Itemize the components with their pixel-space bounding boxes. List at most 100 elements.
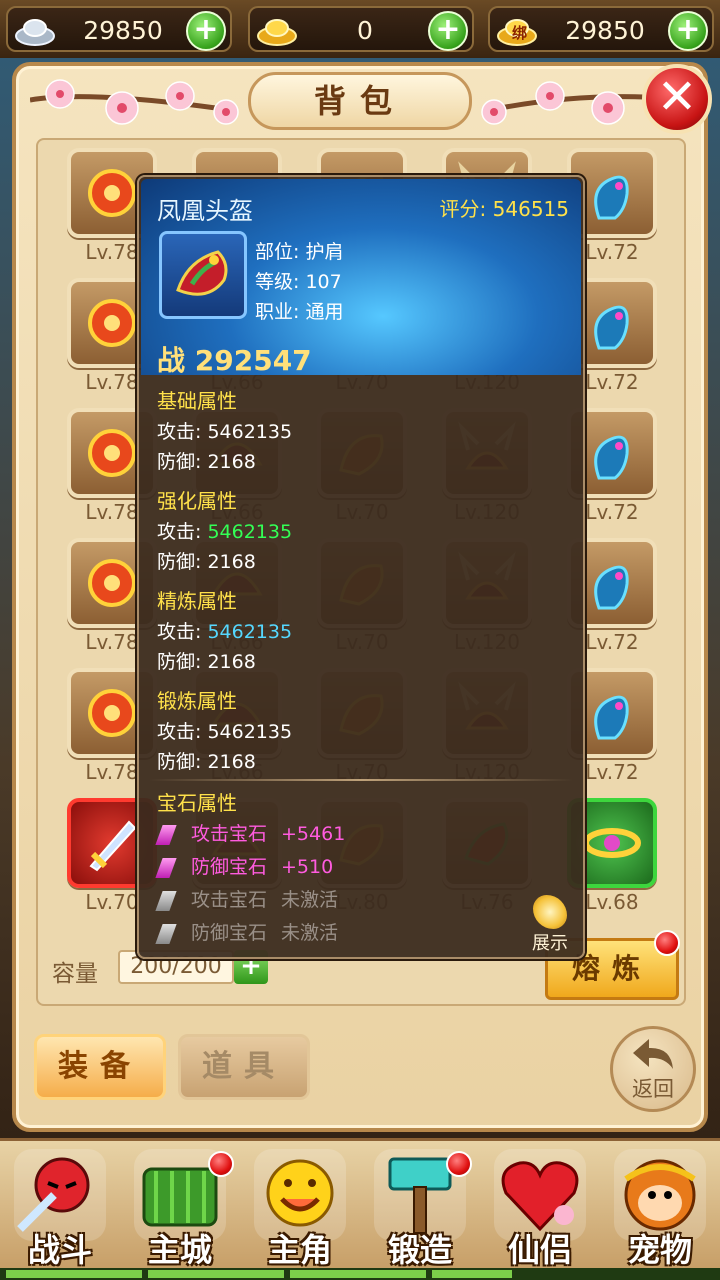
- gem-row: 防御宝石 未激活: [155, 918, 339, 945]
- nav-progress-bar: [0, 1268, 720, 1280]
- enhance-attack-label: 攻击:: [157, 521, 202, 543]
- gem-row: 攻击宝石 +5461: [155, 819, 346, 846]
- purple-gem-icon: [155, 857, 177, 878]
- fire-armor-icon: [88, 559, 136, 607]
- refine-attributes-title: 精炼属性: [157, 589, 237, 613]
- gem-name: 防御宝石: [191, 856, 268, 878]
- nav-forge-label: 锻造: [387, 1231, 452, 1269]
- enhance-attack: 攻击: 5462135: [157, 517, 292, 544]
- add-bound-gold-button[interactable]: +: [668, 11, 708, 51]
- blue-dragon-icon: [594, 695, 629, 740]
- forge-attack: 攻击: 5462135: [157, 717, 292, 744]
- gray-gem-icon: [155, 923, 177, 944]
- show-label: 展示: [532, 933, 568, 954]
- purple-gem-icon: [155, 824, 177, 845]
- back-arrow-icon: [633, 1039, 673, 1069]
- capacity-label: 容量: [52, 961, 98, 987]
- show-star-icon: [533, 895, 567, 929]
- tab-items-label: 道具: [202, 1049, 286, 1084]
- bound-gold-amount: 29850: [565, 16, 645, 45]
- combat-power-value: 292547: [194, 344, 312, 377]
- refine-attack-label: 攻击:: [157, 621, 202, 643]
- nav-pet-label: 宠物: [627, 1231, 692, 1269]
- item-level: 等级: 107: [255, 271, 342, 293]
- tab-equipment-label: 装备: [58, 1049, 142, 1084]
- tooltip-divider: [149, 779, 573, 781]
- back-button[interactable]: 返回: [610, 1026, 696, 1112]
- sword-icon: [89, 820, 137, 872]
- panel-title-plate: 背包: [248, 72, 472, 130]
- item-slot: 部位: 护肩: [255, 241, 344, 263]
- forge-notification-dot: [446, 1151, 472, 1177]
- city-notification-dot: [208, 1151, 234, 1177]
- refine-attack-value: 5462135: [207, 621, 293, 643]
- gem-name: 攻击宝石: [191, 823, 268, 845]
- gem-value: +5461: [281, 823, 346, 845]
- bound-gold-currency: 绑 29850 +: [488, 6, 714, 52]
- tooltip-header: 凤凰头盔 评分: 546515 部位: 护肩 等级: 107 职业: 通用 战 …: [141, 179, 581, 377]
- item-name: 凤凰头盔: [157, 197, 253, 225]
- gem-attributes-title: 宝石属性: [157, 791, 237, 815]
- nav-battle-label: 战斗: [27, 1231, 92, 1269]
- basic-defense: 防御: 2168: [157, 451, 256, 473]
- nav-hero[interactable]: 主角: [244, 1149, 356, 1273]
- gold-currency: 0 +: [248, 6, 474, 52]
- gem-value: 未激活: [281, 889, 339, 911]
- enhance-defense: 防御: 2168: [157, 551, 256, 573]
- nav-battle[interactable]: 战斗: [4, 1149, 116, 1273]
- fire-armor-icon: [88, 689, 136, 737]
- gem-name: 防御宝石: [191, 922, 268, 944]
- add-silver-button[interactable]: +: [186, 11, 226, 51]
- item-combat-power: 战 292547: [157, 339, 312, 379]
- refine-attack: 攻击: 5462135: [157, 617, 292, 644]
- nav-main-city-label: 主城: [147, 1231, 212, 1269]
- nav-hero-label: 主角: [267, 1231, 332, 1269]
- item-job: 职业: 通用: [255, 301, 344, 323]
- nav-pet[interactable]: 宠物: [604, 1149, 716, 1273]
- bound-tag: 绑: [512, 24, 528, 42]
- fire-armor-icon: [88, 429, 136, 477]
- gold-amount: 0: [357, 16, 373, 45]
- close-button[interactable]: ✕: [642, 64, 712, 134]
- gray-gem-icon: [155, 890, 177, 911]
- gem-row: 攻击宝石 未激活: [155, 885, 339, 912]
- blue-dragon-icon: [594, 175, 629, 220]
- nav-companion-label: 仙侣: [507, 1231, 572, 1269]
- basic-attack-value: 5462135: [207, 421, 293, 443]
- plum-blossom-decoration-left: [30, 79, 239, 125]
- gem-row: 防御宝石 +510: [155, 852, 333, 879]
- silver-ingot-icon: [15, 19, 55, 46]
- item-score-label: 评分:: [439, 197, 487, 221]
- close-icon: ✕: [656, 69, 698, 125]
- refine-defense: 防御: 2168: [157, 651, 256, 673]
- back-label: 返回: [632, 1077, 674, 1101]
- fire-armor-icon: [88, 299, 136, 347]
- forge-attack-label: 攻击:: [157, 721, 202, 743]
- item-score: 评分: 546515: [440, 193, 569, 222]
- blue-dragon-icon: [594, 435, 629, 480]
- forge-attack-value: 5462135: [207, 721, 293, 743]
- forge-defense: 防御: 2168: [157, 751, 256, 773]
- nav-companion[interactable]: 仙侣: [484, 1149, 596, 1273]
- basic-attack: 攻击: 5462135: [157, 417, 292, 444]
- blue-dragon-icon: [594, 565, 629, 610]
- tab-items[interactable]: 道具: [178, 1034, 310, 1100]
- tab-equipment[interactable]: 装备: [34, 1034, 166, 1100]
- phoenix-bracer-icon: [176, 250, 228, 296]
- blue-dragon-icon: [594, 305, 629, 350]
- forge-attributes-title: 锻炼属性: [157, 689, 237, 713]
- fire-armor-icon: [88, 169, 136, 217]
- add-gold-button[interactable]: +: [428, 11, 468, 51]
- silver-amount: 29850: [83, 16, 163, 45]
- gold-ingot-icon: [257, 19, 297, 46]
- basic-attack-label: 攻击:: [157, 421, 202, 443]
- show-item-button[interactable]: 展示: [523, 895, 577, 954]
- gem-value: 未激活: [281, 922, 339, 944]
- panel-title: 背包: [313, 82, 406, 120]
- enhance-attack-value: 5462135: [207, 521, 293, 543]
- gem-name: 攻击宝石: [191, 889, 268, 911]
- silver-currency: 29850 +: [6, 6, 232, 52]
- item-icon-frame: [159, 231, 247, 319]
- enhance-attributes-title: 强化属性: [157, 489, 237, 513]
- currency-bar: 29850 + 0 + 绑 29850 +: [0, 0, 720, 58]
